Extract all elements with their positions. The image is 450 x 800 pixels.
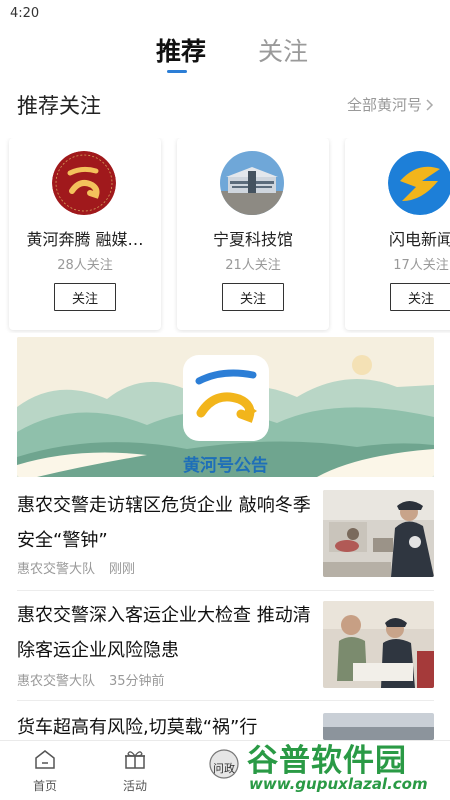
lightning-logo-icon bbox=[388, 151, 450, 215]
news-thumbnail bbox=[323, 601, 434, 688]
news-title: 惠农交警深入客运企业大检查 推动清除客运企业风险隐患 bbox=[17, 605, 311, 661]
status-time: 4:20 bbox=[10, 6, 40, 21]
status-bar: 4:20 bbox=[0, 0, 450, 26]
watermark-text: 谷普软件园 bbox=[247, 743, 407, 779]
news-item[interactable]: 惠农交警走访辖区危货企业 敲响冬季安全“警钟” 惠农交警大队 刚刚 bbox=[0, 488, 450, 588]
follower-count: 21人关注 bbox=[225, 258, 281, 273]
follow-button[interactable]: 关注 bbox=[390, 283, 450, 311]
home-icon bbox=[35, 750, 55, 769]
news-meta: 惠农交警大队 35分钟前 bbox=[17, 670, 165, 689]
nav-activity[interactable]: 活动 bbox=[105, 749, 165, 794]
all-accounts-link[interactable]: 全部黄河号 bbox=[347, 94, 434, 115]
top-tabs: 推荐 关注 bbox=[0, 30, 450, 80]
news-title: 惠农交警走访辖区危货企业 敲响冬季安全“警钟” bbox=[17, 495, 311, 551]
all-accounts-label: 全部黄河号 bbox=[346, 96, 422, 114]
nav-home[interactable]: 首页 bbox=[15, 749, 75, 794]
chevron-right-icon bbox=[426, 98, 434, 111]
news-time: 刚刚 bbox=[109, 562, 136, 577]
active-tab-indicator bbox=[167, 70, 187, 73]
nav-activity-label: 活动 bbox=[122, 779, 147, 793]
announcement-banner[interactable]: 黄河号公告 bbox=[17, 337, 434, 477]
follow-card[interactable]: 宁夏科技馆 21人关注 关注 bbox=[177, 138, 329, 330]
account-name: 闪电新闻 bbox=[388, 230, 450, 249]
nav-home-label: 首页 bbox=[32, 779, 57, 793]
follow-card[interactable]: 黄河奔腾 融媒… 28人关注 关注 bbox=[9, 138, 161, 330]
nav-ask-label: 问政 bbox=[213, 762, 235, 775]
account-name: 宁夏科技馆 bbox=[212, 230, 293, 249]
divider bbox=[17, 700, 434, 701]
news-source: 惠农交警大队 bbox=[17, 562, 96, 577]
banner-label: 黄河号公告 bbox=[183, 456, 268, 476]
tab-recommend[interactable]: 推荐 bbox=[156, 32, 206, 68]
follow-card[interactable]: 闪电新闻 17人关注 关注 bbox=[345, 138, 450, 330]
section-title: 推荐关注 bbox=[17, 94, 101, 118]
nav-ask[interactable]: 问政 bbox=[194, 749, 254, 783]
account-name: 黄河奔腾 融媒… bbox=[26, 230, 144, 249]
follower-count: 17人关注 bbox=[393, 258, 449, 273]
follow-button[interactable]: 关注 bbox=[222, 283, 284, 311]
watermark-url: www.gupuxlazal.com bbox=[249, 775, 428, 793]
science-museum-photo bbox=[220, 151, 284, 215]
news-source: 惠农交警大队 bbox=[17, 674, 96, 689]
watermark: 谷普软件园 www.gupuxlazal.com bbox=[247, 735, 447, 795]
follow-card-carousel[interactable]: 黄河奔腾 融媒… 28人关注 关注 宁夏科技馆 21人关注 关注 闪电新闻 17… bbox=[0, 138, 450, 333]
news-meta: 惠农交警大队 刚刚 bbox=[17, 558, 135, 577]
news-thumbnail bbox=[323, 490, 434, 577]
follow-button[interactable]: 关注 bbox=[54, 283, 116, 311]
news-time: 35分钟前 bbox=[109, 674, 165, 689]
divider bbox=[17, 590, 434, 591]
news-item[interactable]: 惠农交警深入客运企业大检查 推动清除客运企业风险隐患 惠农交警大队 35分钟前 bbox=[0, 598, 450, 698]
tab-follow[interactable]: 关注 bbox=[258, 32, 308, 68]
gift-icon bbox=[125, 751, 145, 769]
follower-count: 28人关注 bbox=[57, 258, 113, 273]
yellow-river-logo-icon bbox=[52, 151, 116, 215]
recommend-follow-header: 推荐关注 全部黄河号 bbox=[0, 88, 450, 120]
